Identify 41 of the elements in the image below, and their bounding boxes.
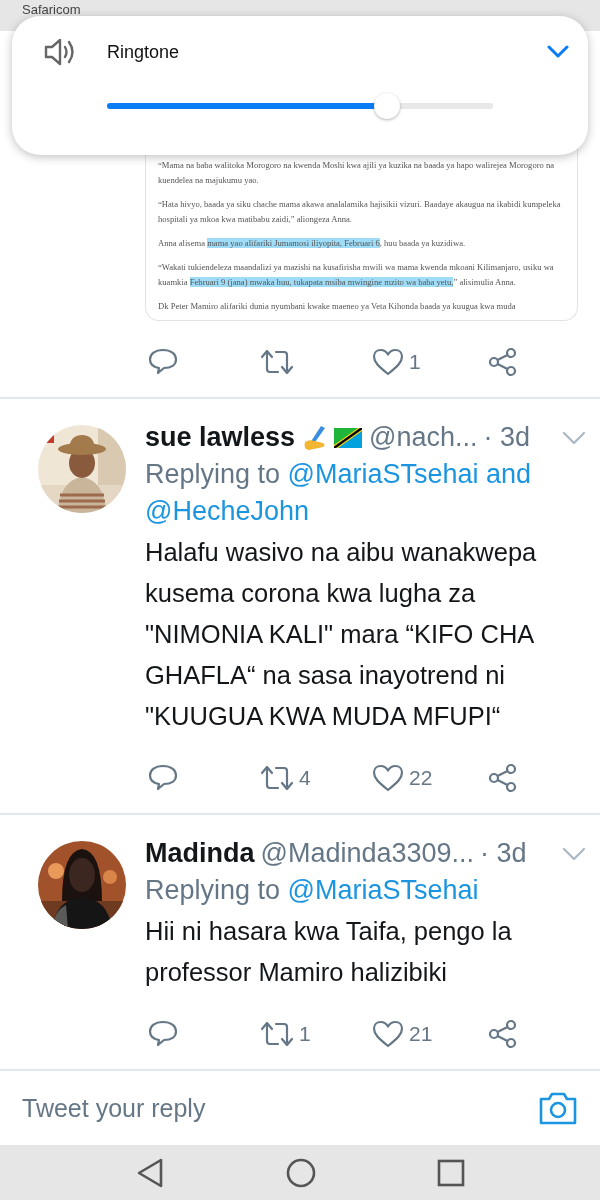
reply-context: Replying to @MariaSTsehai and @HecheJohn bbox=[145, 458, 533, 529]
article-paragraph: “Hata hivyo, baada ya siku chache mama akawa analalamika hajisikii vizuri. Baadaye akaugua na ikabidi kumpeleka hospitali ya mkoa kwa matibabu zaidi,” aliongeza Anna. bbox=[158, 198, 562, 227]
tweet-text: Halafu wasivo na aibu wanakwepa kusema corona kwa lugha za "NIMONIA KALI" mara “KIFO CHA GHAFLA“ na sasa inayotrend ni "KUUGUA KWA MUDA MFUPI“ bbox=[145, 537, 538, 733]
article-paragraph: Anna alisema mama yao alifariki Jumamosi iliyopita, Februari 6, huu baada ya kuzidiwa. bbox=[158, 237, 467, 251]
article-paragraph: “Wakati tukiendeleza maandalizi ya mazishi na kusafirisha mwili wa mama kwenda mkoani Kilimanjaro, usiku wa kuamkia Februari 9 (jana) mwaka huu, tukapata msiba mwingine mzito wa baba yetu,” alisimulia Anna. bbox=[158, 261, 555, 290]
tweet-time: · 3d bbox=[483, 421, 531, 455]
carrier-name: Safaricom bbox=[22, 2, 81, 17]
chevron-down-icon[interactable] bbox=[547, 45, 569, 59]
like-count: 1 bbox=[409, 350, 421, 375]
tweet-time: · 3d bbox=[480, 837, 527, 871]
author-handle[interactable]: @nach... bbox=[369, 419, 478, 457]
volume-label: Ringtone bbox=[107, 41, 180, 63]
flag-icon bbox=[333, 425, 364, 450]
author-handle[interactable]: @Madinda3309... bbox=[260, 835, 475, 873]
share-icon[interactable] bbox=[488, 1019, 518, 1050]
author-name[interactable]: Madinda bbox=[145, 835, 255, 873]
heart-icon[interactable] bbox=[372, 1020, 404, 1049]
retweet-count: 1 bbox=[299, 1022, 311, 1047]
retweet-icon[interactable] bbox=[260, 348, 294, 377]
author-name[interactable]: sue lawless bbox=[145, 419, 296, 457]
recent-apps-icon[interactable] bbox=[437, 1158, 465, 1187]
heart-icon[interactable] bbox=[372, 764, 404, 793]
article-paragraph: Dk Peter Mamiro alifariki dunia nyumbani kwake maeneo ya Veta Kihonda baada ya kuugua kwa muda bbox=[158, 300, 517, 314]
heart-icon[interactable] bbox=[372, 348, 404, 377]
home-icon[interactable] bbox=[285, 1157, 316, 1188]
reply-context: Replying to @MariaSTsehai bbox=[145, 874, 480, 908]
tweet-text: Hii ni hasara kwa Taifa, pengo la professor Mamiro halizibiki bbox=[145, 916, 513, 989]
share-icon[interactable] bbox=[488, 347, 518, 378]
mention-link[interactable]: @MariaSTsehai bbox=[287, 875, 479, 906]
reply-field[interactable]: Tweet your reply bbox=[22, 1088, 538, 1129]
share-icon[interactable] bbox=[488, 763, 518, 794]
retweet-count: 4 bbox=[299, 766, 311, 791]
retweet-icon[interactable] bbox=[260, 1020, 294, 1049]
mention-link[interactable]: @HecheJohn bbox=[145, 496, 309, 527]
back-icon[interactable] bbox=[136, 1157, 164, 1188]
like-count: 22 bbox=[409, 766, 433, 791]
mention-link[interactable]: @MariaSTsehai and bbox=[287, 459, 532, 490]
like-count: 21 bbox=[409, 1022, 433, 1047]
retweet-icon[interactable] bbox=[260, 764, 294, 793]
article-paragraph: “Mama na baba walitoka Morogoro na kwenda Moshi kwa ajili ya kuzika na baada ya hapo walirejea Morogoro na kuendelea na majukumu yao. bbox=[158, 159, 556, 188]
camera-icon[interactable] bbox=[538, 1090, 578, 1127]
